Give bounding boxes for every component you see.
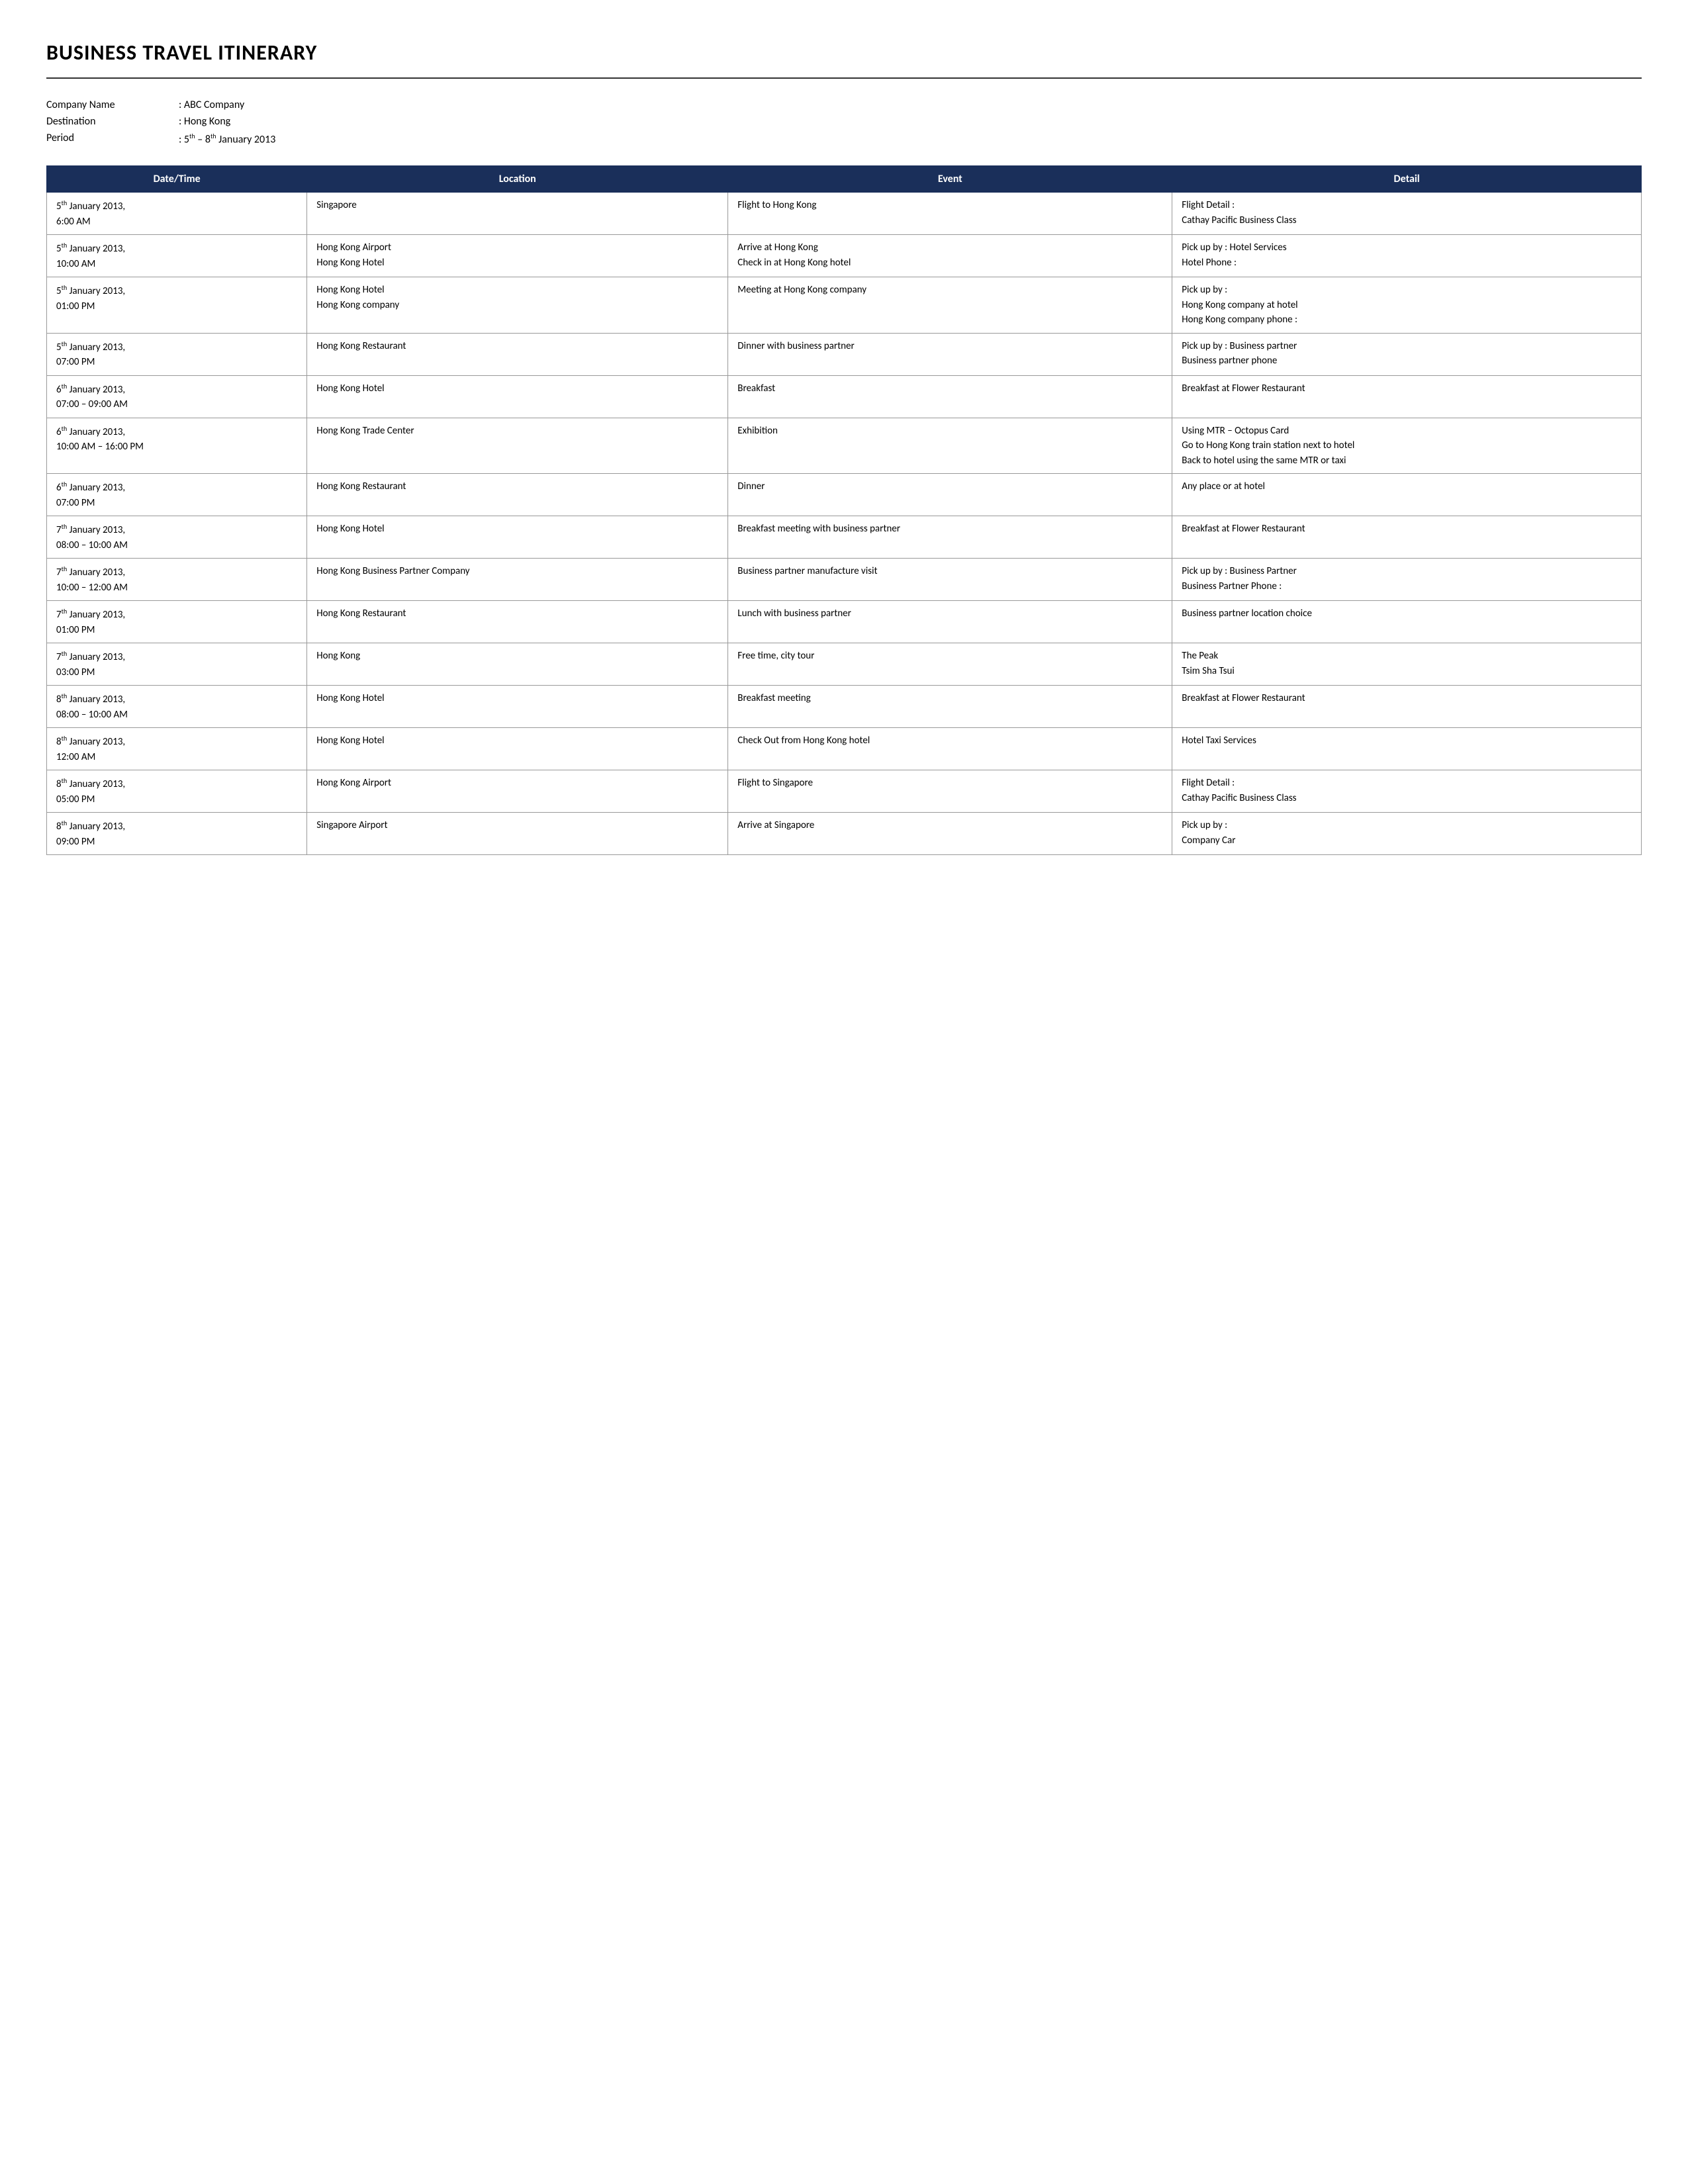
cell-detail: Pick up by : Business partnerBusiness pa…	[1172, 333, 1642, 375]
cell-datetime: 7th January 2013,08:00 – 10:00 AM	[47, 516, 307, 559]
table-row: 7th January 2013,01:00 PMHong Kong Resta…	[47, 601, 1642, 643]
cell-location: Hong Kong Hotel	[307, 686, 728, 728]
cell-detail: The PeakTsim Sha Tsui	[1172, 643, 1642, 686]
cell-datetime: 5th January 2013,01:00 PM	[47, 277, 307, 334]
cell-event: Breakfast meeting with business partner	[728, 516, 1172, 559]
cell-location: Singapore	[307, 193, 728, 235]
cell-detail: Pick up by :Hong Kong company at hotelHo…	[1172, 277, 1642, 334]
table-row: 6th January 2013,07:00 – 09:00 AMHong Ko…	[47, 375, 1642, 418]
cell-event: Business partner manufacture visit	[728, 559, 1172, 601]
cell-datetime: 8th January 2013,05:00 PM	[47, 770, 307, 813]
cell-event: Arrive at Hong KongCheck in at Hong Kong…	[728, 235, 1172, 277]
company-value: : ABC Company	[179, 99, 244, 111]
destination-value: : Hong Kong	[179, 115, 230, 128]
cell-location: Hong Kong Airport	[307, 770, 728, 813]
cell-detail: Flight Detail :Cathay Pacific Business C…	[1172, 193, 1642, 235]
cell-datetime: 6th January 2013,07:00 PM	[47, 474, 307, 516]
cell-detail: Pick up by : Business PartnerBusiness Pa…	[1172, 559, 1642, 601]
period-row: Period : 5th – 8th January 2013	[46, 132, 1642, 146]
table-row: 7th January 2013,03:00 PMHong KongFree t…	[47, 643, 1642, 686]
cell-location: Hong Kong HotelHong Kong company	[307, 277, 728, 334]
col-header-datetime: Date/Time	[47, 166, 307, 193]
cell-event: Dinner	[728, 474, 1172, 516]
cell-location: Hong Kong Business Partner Company	[307, 559, 728, 601]
cell-location: Hong Kong Restaurant	[307, 333, 728, 375]
cell-datetime: 5th January 2013,07:00 PM	[47, 333, 307, 375]
cell-event: Arrive at Singapore	[728, 813, 1172, 855]
cell-location: Hong Kong	[307, 643, 728, 686]
table-row: 8th January 2013,12:00 AMHong Kong Hotel…	[47, 728, 1642, 770]
cell-datetime: 8th January 2013,12:00 AM	[47, 728, 307, 770]
period-value: : 5th – 8th January 2013	[179, 132, 275, 146]
cell-event: Dinner with business partner	[728, 333, 1172, 375]
table-row: 5th January 2013,6:00 AMSingaporeFlight …	[47, 193, 1642, 235]
table-row: 8th January 2013,08:00 – 10:00 AMHong Ko…	[47, 686, 1642, 728]
info-section: Company Name : ABC Company Destination :…	[46, 99, 1642, 146]
cell-location: Hong Kong Trade Center	[307, 418, 728, 474]
cell-detail: Hotel Taxi Services	[1172, 728, 1642, 770]
destination-row: Destination : Hong Kong	[46, 115, 1642, 128]
cell-location: Hong Kong Hotel	[307, 516, 728, 559]
col-header-location: Location	[307, 166, 728, 193]
table-row: 8th January 2013,05:00 PMHong Kong Airpo…	[47, 770, 1642, 813]
table-row: 5th January 2013,10:00 AMHong Kong Airpo…	[47, 235, 1642, 277]
cell-detail: Breakfast at Flower Restaurant	[1172, 516, 1642, 559]
cell-location: Hong Kong Hotel	[307, 728, 728, 770]
cell-detail: Any place or at hotel	[1172, 474, 1642, 516]
cell-detail: Breakfast at Flower Restaurant	[1172, 686, 1642, 728]
cell-detail: Pick up by :Company Car	[1172, 813, 1642, 855]
cell-location: Hong Kong Hotel	[307, 375, 728, 418]
table-row: 8th January 2013,09:00 PMSingapore Airpo…	[47, 813, 1642, 855]
cell-datetime: 7th January 2013,03:00 PM	[47, 643, 307, 686]
itinerary-table: Date/Time Location Event Detail 5th Janu…	[46, 165, 1642, 855]
title-divider	[46, 77, 1642, 79]
cell-event: Lunch with business partner	[728, 601, 1172, 643]
cell-datetime: 6th January 2013,07:00 – 09:00 AM	[47, 375, 307, 418]
company-row: Company Name : ABC Company	[46, 99, 1642, 111]
destination-label: Destination	[46, 115, 179, 128]
cell-event: Breakfast meeting	[728, 686, 1172, 728]
col-header-detail: Detail	[1172, 166, 1642, 193]
cell-detail: Business partner location choice	[1172, 601, 1642, 643]
cell-datetime: 5th January 2013,10:00 AM	[47, 235, 307, 277]
cell-event: Free time, city tour	[728, 643, 1172, 686]
cell-datetime: 6th January 2013,10:00 AM – 16:00 PM	[47, 418, 307, 474]
cell-location: Hong Kong AirportHong Kong Hotel	[307, 235, 728, 277]
table-row: 7th January 2013,10:00 – 12:00 AMHong Ko…	[47, 559, 1642, 601]
cell-location: Singapore Airport	[307, 813, 728, 855]
cell-detail: Using MTR – Octopus CardGo to Hong Kong …	[1172, 418, 1642, 474]
table-row: 5th January 2013,07:00 PMHong Kong Resta…	[47, 333, 1642, 375]
table-row: 5th January 2013,01:00 PMHong Kong Hotel…	[47, 277, 1642, 334]
cell-datetime: 5th January 2013,6:00 AM	[47, 193, 307, 235]
cell-location: Hong Kong Restaurant	[307, 601, 728, 643]
table-row: 7th January 2013,08:00 – 10:00 AMHong Ko…	[47, 516, 1642, 559]
period-label: Period	[46, 132, 179, 146]
cell-datetime: 7th January 2013,10:00 – 12:00 AM	[47, 559, 307, 601]
cell-detail: Flight Detail :Cathay Pacific Business C…	[1172, 770, 1642, 813]
table-row: 6th January 2013,07:00 PMHong Kong Resta…	[47, 474, 1642, 516]
cell-event: Flight to Hong Kong	[728, 193, 1172, 235]
cell-event: Exhibition	[728, 418, 1172, 474]
cell-detail: Breakfast at Flower Restaurant	[1172, 375, 1642, 418]
table-row: 6th January 2013,10:00 AM – 16:00 PMHong…	[47, 418, 1642, 474]
cell-event: Check Out from Hong Kong hotel	[728, 728, 1172, 770]
page-title: BUSINESS TRAVEL ITINERARY	[46, 40, 1642, 66]
cell-event: Meeting at Hong Kong company	[728, 277, 1172, 334]
cell-event: Flight to Singapore	[728, 770, 1172, 813]
cell-event: Breakfast	[728, 375, 1172, 418]
cell-datetime: 7th January 2013,01:00 PM	[47, 601, 307, 643]
cell-location: Hong Kong Restaurant	[307, 474, 728, 516]
company-label: Company Name	[46, 99, 179, 111]
cell-detail: Pick up by : Hotel ServicesHotel Phone :	[1172, 235, 1642, 277]
cell-datetime: 8th January 2013,08:00 – 10:00 AM	[47, 686, 307, 728]
col-header-event: Event	[728, 166, 1172, 193]
cell-datetime: 8th January 2013,09:00 PM	[47, 813, 307, 855]
table-header-row: Date/Time Location Event Detail	[47, 166, 1642, 193]
